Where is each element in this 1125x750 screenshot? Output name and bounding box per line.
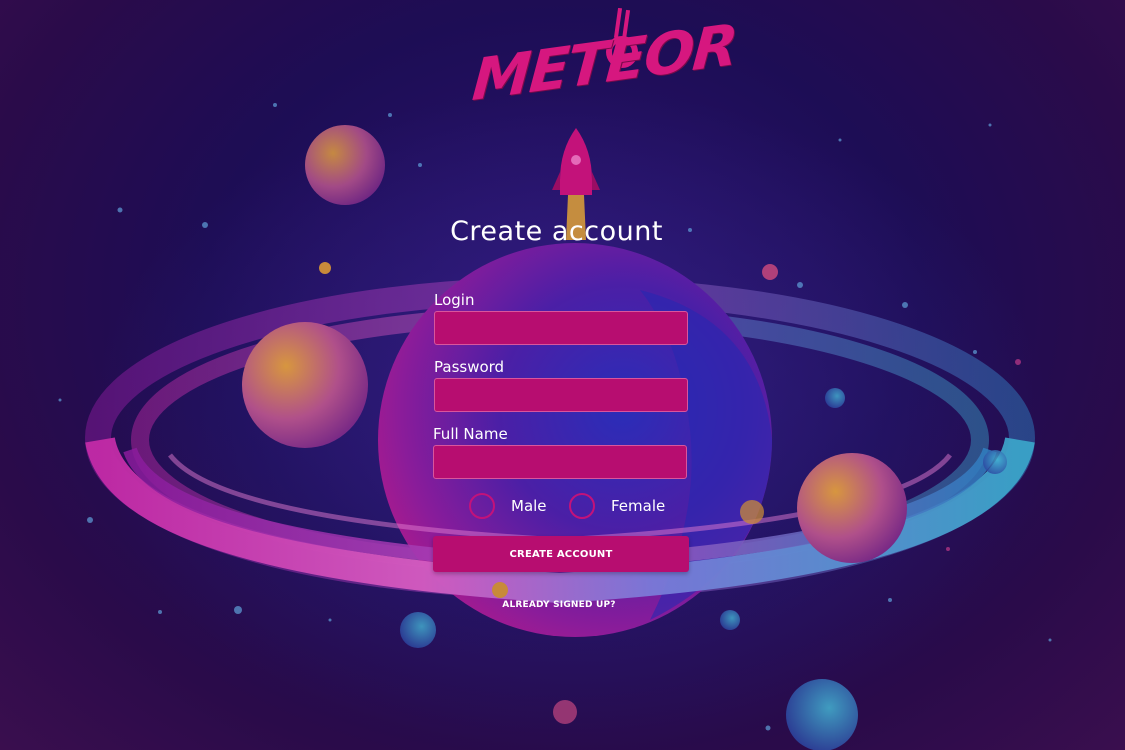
male-radio[interactable]	[469, 493, 495, 519]
fullname-label: Full Name	[433, 425, 508, 443]
password-label: Password	[434, 358, 505, 376]
male-label[interactable]: Male	[511, 497, 547, 515]
female-label[interactable]: Female	[611, 497, 665, 515]
already-signed-up-link[interactable]: ALREADY SIGNED UP?	[0, 600, 1118, 610]
create-account-button[interactable]: CREATE ACCOUNT	[433, 536, 689, 572]
fullname-input[interactable]	[433, 445, 687, 479]
page-title: Create account	[450, 216, 663, 247]
login-input[interactable]	[434, 311, 688, 345]
password-input[interactable]	[434, 378, 688, 412]
login-label: Login	[434, 291, 475, 309]
female-radio[interactable]	[569, 493, 595, 519]
meteor-logo: METEOR	[462, 4, 738, 124]
